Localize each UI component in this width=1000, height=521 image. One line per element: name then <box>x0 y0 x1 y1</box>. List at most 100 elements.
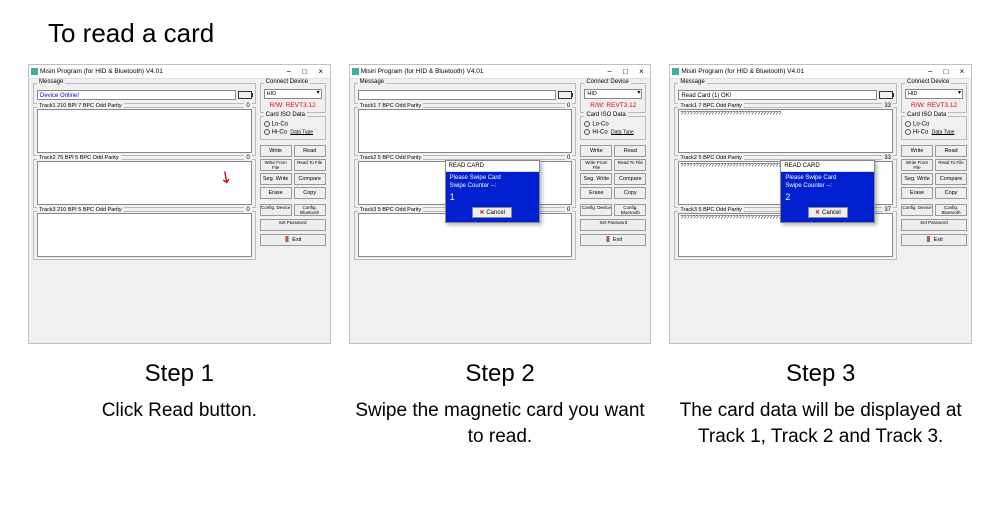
exit-button[interactable]: 🚪 Exit <box>901 234 967 246</box>
compare-button[interactable]: Compare <box>294 173 326 185</box>
track2-label: Track2 75 BPI 5 BPC Odd Parity <box>37 155 121 161</box>
read-to-file-button[interactable]: Read To File <box>294 159 326 171</box>
cancel-button[interactable]: ✕Cancel <box>472 207 512 218</box>
copy-button[interactable]: Copy <box>935 187 967 199</box>
window-title: Misiri Program (for HID & Bluetooth) V4.… <box>361 68 484 75</box>
message-label: Message <box>37 79 65 85</box>
write-button[interactable]: Write <box>260 145 292 157</box>
config-device-button[interactable]: Config. Device <box>580 204 612 216</box>
read-card-modal: READ CARD Please Swipe Card Swipe Counte… <box>445 160 540 223</box>
track2-label: Track2 5 BPC Odd Parity <box>358 155 424 161</box>
config-bluetooth-button[interactable]: Config. Bluetooth <box>294 204 326 216</box>
minimize-button[interactable]: − <box>602 67 616 76</box>
rw-version-label: R/W: REVT3.12 <box>584 102 642 109</box>
close-button[interactable]: × <box>955 67 969 76</box>
minimize-button[interactable]: − <box>923 67 937 76</box>
loco-radio[interactable] <box>264 121 270 127</box>
maximize-button[interactable]: □ <box>939 67 953 76</box>
track3-count: 0 <box>565 207 572 213</box>
battery-icon <box>558 91 572 99</box>
loco-radio[interactable] <box>584 121 590 127</box>
rw-version-label: R/W: REVT3.12 <box>264 102 322 109</box>
card-iso-label: Card ISO Data <box>584 112 627 118</box>
close-button[interactable]: × <box>314 67 328 76</box>
hico-radio[interactable] <box>584 129 590 135</box>
step3-label: Step 3 <box>669 360 972 388</box>
track3-label: Track3 210 BPI 5 BPC Odd Parity <box>37 207 124 213</box>
message-field: Device Online! <box>37 90 236 100</box>
write-from-file-button[interactable]: Write From File <box>901 159 933 171</box>
window-title: Misiri Program (for HID & Bluetooth) V4.… <box>681 68 804 75</box>
set-password-button[interactable]: Set Password <box>580 219 646 231</box>
data-type-link[interactable]: Data Type <box>611 129 634 135</box>
read-to-file-button[interactable]: Read To File <box>614 159 646 171</box>
exit-button[interactable]: 🚪 Exit <box>580 234 646 246</box>
device-select[interactable]: HID <box>905 89 963 99</box>
data-type-link[interactable]: Data Type <box>290 129 313 135</box>
compare-button[interactable]: Compare <box>935 173 967 185</box>
write-button[interactable]: Write <box>580 145 612 157</box>
device-select[interactable]: HID <box>584 89 642 99</box>
erase-button[interactable]: Erase <box>901 187 933 199</box>
maximize-button[interactable]: □ <box>298 67 312 76</box>
config-bluetooth-button[interactable]: Config. Bluetooth <box>935 204 967 216</box>
modal-line2: Swipe Counter --: <box>785 183 870 191</box>
hico-radio[interactable] <box>905 129 911 135</box>
track1-count: 33 <box>882 103 893 109</box>
step2-description: Swipe the magnetic card you want to read… <box>349 398 652 449</box>
app-icon <box>672 68 679 75</box>
track2-textarea[interactable] <box>37 161 252 205</box>
battery-icon <box>879 91 893 99</box>
compare-button[interactable]: Compare <box>614 173 646 185</box>
hico-radio[interactable] <box>264 129 270 135</box>
hico-label: Hi-Co <box>272 129 287 135</box>
track1-label: Track1 7 BPC Odd Parity <box>358 103 424 109</box>
config-device-button[interactable]: Config. Device <box>260 204 292 216</box>
set-password-button[interactable]: Set Password <box>260 219 326 231</box>
device-select[interactable]: HID <box>264 89 322 99</box>
seg-write-button[interactable]: Seg. Write <box>901 173 933 185</box>
copy-button[interactable]: Copy <box>614 187 646 199</box>
write-from-file-button[interactable]: Write From File <box>580 159 612 171</box>
connect-device-label: Connect Device <box>584 79 630 85</box>
app-window-step1: ↘ Misiri Program (for HID & Bluetooth) V… <box>28 64 331 344</box>
loco-radio[interactable] <box>905 121 911 127</box>
config-device-button[interactable]: Config. Device <box>901 204 933 216</box>
config-bluetooth-button[interactable]: Config. Bluetooth <box>614 204 646 216</box>
step2-label: Step 2 <box>349 360 652 388</box>
modal-line2: Swipe Counter --: <box>450 183 535 191</box>
copy-button[interactable]: Copy <box>294 187 326 199</box>
loco-label: Lo-Co <box>272 122 288 128</box>
track1-textarea[interactable] <box>37 109 252 153</box>
window-title: Misiri Program (for HID & Bluetooth) V4.… <box>40 68 163 75</box>
track2-label: Track2 5 BPC Odd Parity <box>678 155 744 161</box>
read-button[interactable]: Read <box>294 145 326 157</box>
write-button[interactable]: Write <box>901 145 933 157</box>
message-label: Message <box>358 79 386 85</box>
track3-count: 0 <box>244 207 251 213</box>
data-type-link[interactable]: Data Type <box>932 129 955 135</box>
step1-label: Step 1 <box>28 360 331 388</box>
cancel-button[interactable]: ✕Cancel <box>808 207 848 218</box>
set-password-button[interactable]: Set Password <box>901 219 967 231</box>
minimize-button[interactable]: − <box>282 67 296 76</box>
read-to-file-button[interactable]: Read To File <box>935 159 967 171</box>
exit-button[interactable]: 🚪 Exit <box>260 234 326 246</box>
track1-textarea[interactable] <box>358 109 573 153</box>
read-button[interactable]: Read <box>614 145 646 157</box>
message-label: Message <box>678 79 706 85</box>
track1-label: Track1 7 BPC Odd Parity <box>678 103 744 109</box>
erase-button[interactable]: Erase <box>260 187 292 199</box>
modal-title: READ CARD <box>446 161 539 172</box>
track1-textarea[interactable]: ????????????????????????????????? <box>678 109 893 153</box>
connect-device-label: Connect Device <box>905 79 951 85</box>
erase-button[interactable]: Erase <box>580 187 612 199</box>
app-icon <box>352 68 359 75</box>
track3-textarea[interactable] <box>37 213 252 257</box>
maximize-button[interactable]: □ <box>618 67 632 76</box>
seg-write-button[interactable]: Seg. Write <box>580 173 612 185</box>
close-button[interactable]: × <box>634 67 648 76</box>
read-button[interactable]: Read <box>935 145 967 157</box>
write-from-file-button[interactable]: Write From File <box>260 159 292 171</box>
seg-write-button[interactable]: Seg. Write <box>260 173 292 185</box>
